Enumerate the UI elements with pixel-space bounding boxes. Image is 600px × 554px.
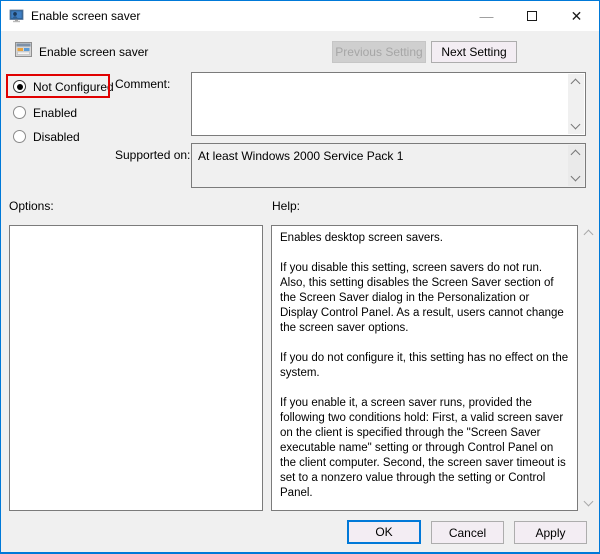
supported-on-label: Supported on:: [115, 148, 190, 162]
supported-on-box: At least Windows 2000 Service Pack 1: [191, 143, 586, 188]
radio-disabled-label: Disabled: [33, 130, 80, 144]
help-paragraph: If you disable this setting, screen save…: [280, 261, 569, 336]
help-label: Help:: [272, 199, 300, 213]
titlebar: Enable screen saver — ✕: [1, 1, 599, 31]
maximize-icon: [527, 11, 537, 21]
setting-name: Enable screen saver: [39, 45, 148, 59]
radio-disabled[interactable]: Disabled: [13, 128, 80, 145]
maximize-button[interactable]: [509, 1, 554, 31]
radio-enabled[interactable]: Enabled: [13, 104, 77, 121]
help-paragraph: If you enable it, a screen saver runs, p…: [280, 396, 569, 501]
radio-not-configured-label: Not Configured: [33, 80, 114, 94]
scroll-down-icon[interactable]: [584, 497, 594, 507]
radio-not-configured[interactable]: Not Configured: [13, 78, 114, 95]
app-monitor-icon: [9, 8, 25, 24]
help-paragraph: If you do not configure it, this setting…: [280, 351, 569, 381]
comment-input[interactable]: [191, 72, 586, 136]
next-setting-button[interactable]: Next Setting: [431, 41, 517, 63]
close-button[interactable]: ✕: [554, 1, 599, 31]
cancel-button[interactable]: Cancel: [431, 521, 504, 544]
supported-scrollbar[interactable]: [568, 145, 584, 186]
policy-setting-dialog: Enable screen saver — ✕ Enable screen sa…: [0, 0, 600, 554]
minimize-button[interactable]: —: [464, 1, 509, 31]
supported-on-value: At least Windows 2000 Service Pack 1: [198, 149, 565, 163]
comment-label: Comment:: [115, 77, 170, 91]
help-paragraph: Enables desktop screen savers.: [280, 231, 569, 246]
scroll-up-icon[interactable]: [571, 150, 581, 160]
scroll-down-icon[interactable]: [571, 172, 581, 182]
options-label: Options:: [9, 199, 54, 213]
minimize-icon: —: [480, 8, 494, 24]
policy-setting-icon: [15, 42, 32, 57]
radio-not-configured-circle: [13, 80, 26, 93]
scroll-up-icon[interactable]: [571, 79, 581, 89]
scroll-down-icon[interactable]: [571, 120, 581, 130]
help-scrollbar[interactable]: [581, 225, 597, 511]
radio-enabled-label: Enabled: [33, 106, 77, 120]
previous-setting-button[interactable]: Previous Setting: [332, 41, 426, 63]
ok-button[interactable]: OK: [347, 520, 421, 544]
options-panel: [9, 225, 263, 511]
close-icon: ✕: [571, 8, 583, 25]
radio-enabled-circle: [13, 106, 26, 119]
help-text: Enables desktop screen savers. If you di…: [272, 226, 577, 511]
help-panel[interactable]: Enables desktop screen savers. If you di…: [271, 225, 578, 511]
apply-button[interactable]: Apply: [514, 521, 587, 544]
comment-scrollbar[interactable]: [568, 74, 584, 134]
window-title: Enable screen saver: [31, 9, 140, 23]
radio-disabled-circle: [13, 130, 26, 143]
scroll-up-icon[interactable]: [584, 230, 594, 240]
